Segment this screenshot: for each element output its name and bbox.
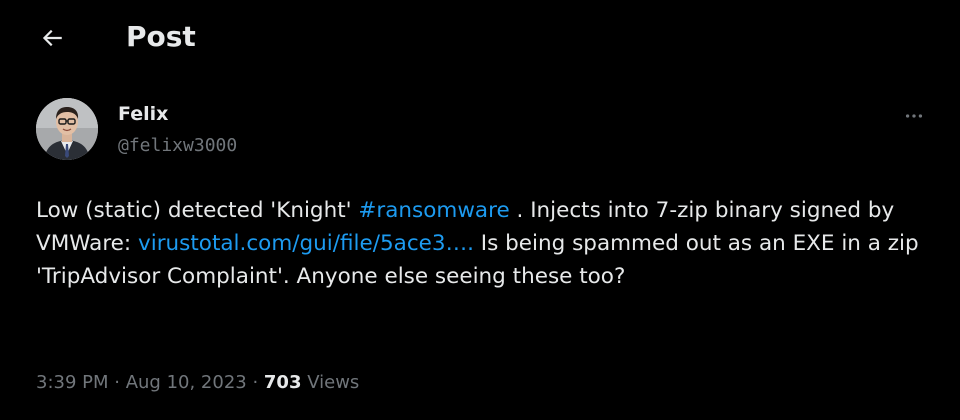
avatar-photo: [36, 98, 98, 160]
page-title: Post: [126, 20, 196, 53]
more-options-button[interactable]: [898, 104, 930, 128]
post-header: Post: [0, 0, 960, 78]
more-horizontal-icon: [905, 114, 923, 118]
post-text: Low (static) detected 'Knight' #ransomwa…: [36, 194, 926, 293]
author-name[interactable]: Felix: [118, 101, 168, 127]
arrow-left-icon: [42, 29, 62, 47]
virustotal-link[interactable]: virustotal.com/gui/file/5ace3….: [138, 231, 474, 256]
meta-separator-2: ·: [246, 372, 264, 393]
avatar[interactable]: [36, 98, 98, 160]
back-button[interactable]: [36, 22, 68, 54]
author-handle[interactable]: @felixw3000: [118, 133, 237, 159]
post-text-part-1: Low (static) detected 'Knight': [36, 198, 359, 223]
hashtag-link[interactable]: #ransomware: [358, 198, 509, 223]
post-date[interactable]: Aug 10, 2023: [126, 372, 247, 393]
meta-separator-1: ·: [108, 372, 126, 393]
post-time[interactable]: 3:39 PM: [36, 372, 109, 393]
post-metadata: 3:39 PM · Aug 10, 2023 · 703 Views: [36, 370, 359, 396]
views-label: Views: [301, 372, 360, 393]
views-count: 703: [263, 372, 302, 393]
